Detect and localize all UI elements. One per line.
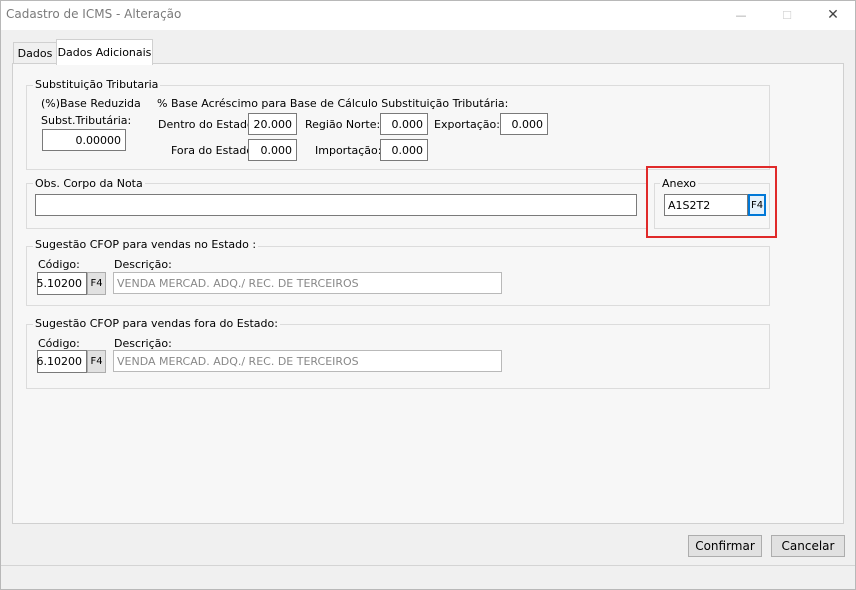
- acrescimo-header: % Base Acréscimo para Base de Cálculo Su…: [157, 97, 509, 110]
- close-button[interactable]: ✕: [810, 0, 856, 30]
- status-bar: [0, 565, 856, 590]
- cancelar-button[interactable]: Cancelar: [771, 535, 845, 557]
- fora-estado-label: Fora do Estado:: [171, 144, 257, 157]
- cfop-fora-descricao-field[interactable]: VENDA MERCAD. ADQ./ REC. DE TERCEIROS: [113, 350, 502, 372]
- cfop-fora-descricao-label: Descrição:: [114, 337, 172, 350]
- cfop-estado-descricao-field[interactable]: VENDA MERCAD. ADQ./ REC. DE TERCEIROS: [113, 272, 502, 294]
- cfop-estado-f4-button[interactable]: F4: [87, 272, 106, 295]
- maximize-button[interactable]: ☐: [764, 0, 810, 30]
- window-title: Cadastro de ICMS - Alteração: [6, 7, 182, 21]
- regiao-norte-label: Região Norte:: [305, 118, 381, 131]
- cfop-estado-legend: Sugestão CFOP para vendas no Estado :: [33, 238, 259, 251]
- base-reduzida-field[interactable]: 0.00000: [42, 129, 126, 151]
- cfop-fora-codigo-label: Código:: [38, 337, 80, 350]
- cfop-fora-f4-button[interactable]: F4: [87, 350, 106, 373]
- obs-input[interactable]: [35, 194, 637, 216]
- importacao-label: Importação:: [315, 144, 382, 157]
- cfop-estado-codigo-label: Código:: [38, 258, 80, 271]
- exportacao-field[interactable]: 0.000: [500, 113, 548, 135]
- cfop-estado-codigo-field[interactable]: 5.10200: [37, 272, 87, 295]
- subst-tributaria-label: Subst.Tributária:: [41, 114, 132, 127]
- tab-dados[interactable]: Dados: [13, 42, 57, 64]
- maximize-icon: ☐: [782, 8, 792, 22]
- close-icon: ✕: [827, 7, 839, 23]
- regiao-norte-field[interactable]: 0.000: [380, 113, 428, 135]
- tab-dados-adicionais[interactable]: Dados Adicionais: [56, 39, 153, 65]
- importacao-field[interactable]: 0.000: [380, 139, 428, 161]
- dentro-estado-field[interactable]: 20.000: [248, 113, 297, 135]
- exportacao-label: Exportação:: [434, 118, 500, 131]
- obs-legend: Obs. Corpo da Nota: [33, 177, 145, 190]
- cfop-fora-codigo-field[interactable]: 6.10200: [37, 350, 87, 373]
- confirmar-button[interactable]: Confirmar: [688, 535, 762, 557]
- cfop-fora-legend: Sugestão CFOP para vendas fora do Estado…: [33, 317, 280, 330]
- substituicao-legend: Substituição Tributaria: [33, 78, 161, 91]
- cfop-estado-descricao-label: Descrição:: [114, 258, 172, 271]
- fora-estado-field[interactable]: 0.000: [248, 139, 297, 161]
- highlight-box: [646, 166, 777, 238]
- minimize-icon: —: [735, 8, 747, 22]
- base-reduzida-label: (%)Base Reduzida: [41, 97, 141, 110]
- minimize-button[interactable]: —: [718, 0, 764, 30]
- dentro-estado-label: Dentro do Estado:: [158, 118, 258, 131]
